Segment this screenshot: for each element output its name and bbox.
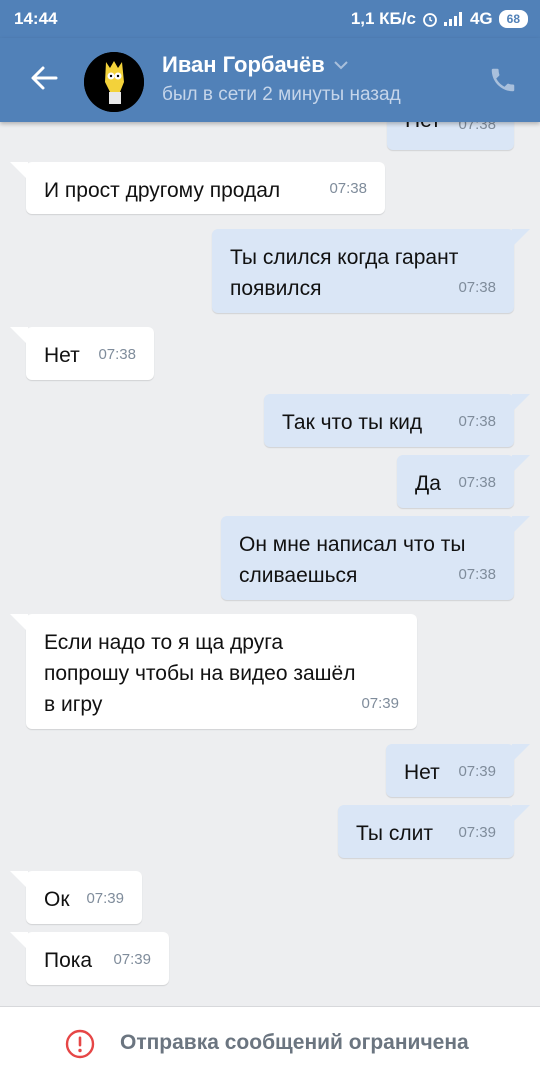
battery-icon: 68 bbox=[498, 10, 528, 28]
message-text: И прост другому продал bbox=[44, 179, 281, 202]
message-time: 07:39 bbox=[113, 951, 151, 968]
network-speed: 1,1 КБ/с bbox=[350, 9, 416, 28]
message-line: Если надо то я ща друга bbox=[44, 631, 284, 654]
message-line: Ты слился когда гарант bbox=[230, 246, 459, 269]
message-line: сливаешься bbox=[239, 564, 358, 587]
message-incoming[interactable]: Если надо то я ща друга попрошу чтобы на… bbox=[10, 614, 417, 729]
avatar-image bbox=[84, 52, 144, 112]
message-text: Ты слит bbox=[356, 822, 433, 845]
message-text: Пока bbox=[44, 949, 93, 972]
message-line: попрошу чтобы на видео зашёл bbox=[44, 662, 356, 685]
contact-name-label: Иван Горбачёв bbox=[162, 52, 325, 77]
network-type: 4G bbox=[469, 9, 493, 28]
signal-icon bbox=[443, 12, 462, 26]
message-line: в игру bbox=[44, 693, 103, 716]
message-line: появился bbox=[230, 277, 322, 300]
message-outgoing[interactable]: Да 07:38 bbox=[397, 455, 530, 508]
avatar[interactable] bbox=[84, 52, 144, 112]
message-time: 07:39 bbox=[458, 824, 496, 841]
message-time: 07:38 bbox=[458, 474, 496, 491]
message-outgoing[interactable]: Он мне написал что ты сливаешься 07:38 bbox=[221, 516, 530, 600]
message-time: 07:39 bbox=[458, 763, 496, 780]
message-text: Он мне написал что ты сливаешься bbox=[239, 529, 466, 591]
message-incoming[interactable]: Ок 07:39 bbox=[10, 871, 142, 924]
warning-icon bbox=[65, 1029, 95, 1059]
message-time: 07:38 bbox=[458, 413, 496, 430]
back-arrow-icon[interactable] bbox=[28, 62, 60, 94]
message-outgoing[interactable]: Так что ты кид 07:38 bbox=[264, 394, 530, 447]
message-text: Так что ты кид bbox=[282, 411, 423, 434]
alarm-icon bbox=[423, 13, 437, 27]
message-text: Ты слился когда гарант появился bbox=[230, 242, 458, 304]
message-text: Нет bbox=[44, 344, 80, 367]
message-incoming[interactable]: И прост другому продал 07:38 bbox=[10, 162, 385, 214]
message-incoming[interactable]: Пока 07:39 bbox=[10, 932, 169, 985]
message-time: 07:39 bbox=[361, 695, 399, 712]
message-text: Да bbox=[415, 472, 441, 495]
message-incoming[interactable]: Нет 07:38 bbox=[10, 327, 154, 380]
message-outgoing[interactable]: Нет 07:38 bbox=[387, 122, 514, 150]
message-text: Нет bbox=[405, 122, 441, 136]
message-outgoing[interactable]: Ты слился когда гарант появился 07:38 bbox=[212, 229, 530, 313]
message-time: 07:38 bbox=[458, 566, 496, 583]
restricted-message: Отправка сообщений ограничена bbox=[120, 1031, 469, 1054]
last-seen-status: был в сети 2 минуты назад bbox=[162, 84, 401, 105]
message-line: Он мне написал что ты bbox=[239, 533, 466, 556]
message-time: 07:38 bbox=[458, 122, 496, 133]
message-text: Если надо то я ща друга попрошу чтобы на… bbox=[44, 627, 355, 720]
chat-header: Иван Горбачёв был в сети 2 минуты назад bbox=[0, 38, 540, 122]
message-text: Ок bbox=[44, 888, 70, 911]
contact-name[interactable]: Иван Горбачёв bbox=[162, 52, 349, 78]
message-time: 07:38 bbox=[458, 279, 496, 296]
message-time: 07:38 bbox=[98, 346, 136, 363]
message-list[interactable]: Нет 07:38 И прост другому продал 07:38 Т… bbox=[0, 122, 540, 1006]
message-text: Нет bbox=[404, 761, 440, 784]
status-bar: 14:44 1,1 КБ/с 4G 68 bbox=[0, 0, 540, 38]
message-time: 07:38 bbox=[329, 180, 367, 197]
phone-icon[interactable] bbox=[488, 65, 518, 95]
message-outgoing[interactable]: Нет 07:39 bbox=[386, 744, 530, 797]
messaging-restricted-bar: Отправка сообщений ограничена bbox=[0, 1006, 540, 1081]
message-time: 07:39 bbox=[86, 890, 124, 907]
message-outgoing[interactable]: Ты слит 07:39 bbox=[338, 805, 530, 858]
clock: 14:44 bbox=[14, 9, 58, 28]
status-icons: 1,1 КБ/с 4G 68 bbox=[351, 9, 528, 29]
chevron-down-icon bbox=[334, 61, 348, 70]
